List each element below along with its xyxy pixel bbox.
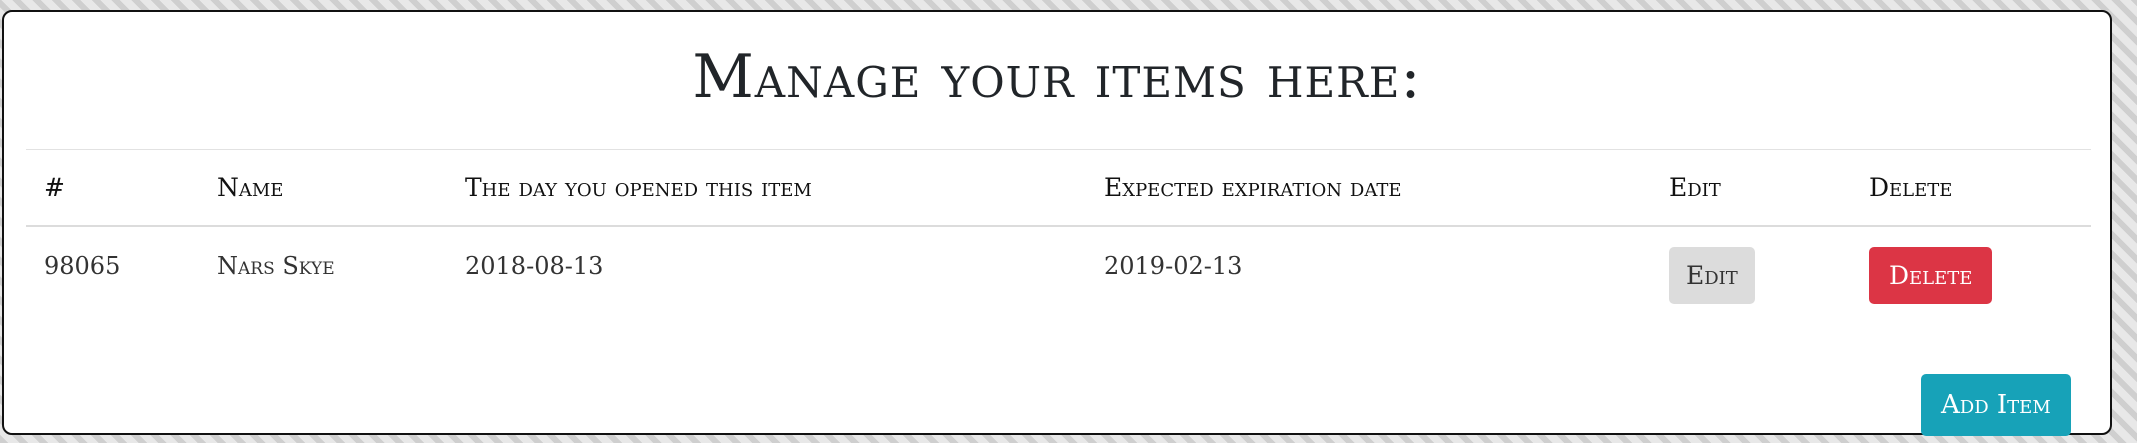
delete-button[interactable]: Delete: [1869, 247, 1993, 304]
items-table: # Name The day you opened this item Expe…: [26, 149, 2091, 352]
header-delete: Delete: [1869, 173, 1953, 202]
table-row: 98065 Nars Skye 2018-08-13 2019-02-13 Ed…: [26, 226, 2091, 352]
cell-id: 98065: [44, 252, 121, 280]
cell-delete: Delete: [1851, 226, 2091, 352]
header-expiration-date: Expected expiration date: [1104, 173, 1402, 202]
edit-button[interactable]: Edit: [1669, 247, 1755, 304]
cell-expiration-date: 2019-02-13: [1104, 252, 1243, 280]
header-number: #: [44, 173, 65, 202]
cell-edit: Edit: [1651, 226, 1851, 352]
items-card: Manage your items here: # Name The day y…: [2, 10, 2112, 436]
cell-opened-date: 2018-08-13: [465, 252, 604, 280]
add-item-button[interactable]: Add Item: [1921, 374, 2071, 436]
table-header-row: # Name The day you opened this item Expe…: [26, 149, 2091, 226]
header-name: Name: [217, 173, 284, 202]
page-title: Manage your items here:: [692, 42, 1422, 112]
cell-name: Nars Skye: [217, 252, 335, 280]
header-opened-date: The day you opened this item: [465, 173, 812, 202]
items-table-wrapper: # Name The day you opened this item Expe…: [26, 149, 2091, 352]
header-edit: Edit: [1669, 173, 1721, 202]
